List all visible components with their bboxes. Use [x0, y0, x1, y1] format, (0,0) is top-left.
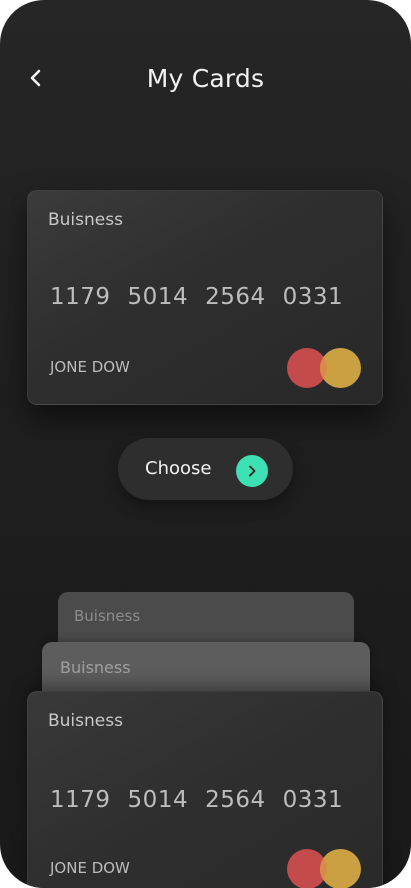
- choose-arrow-button[interactable]: [236, 455, 268, 487]
- card-number-group: 2564: [205, 787, 266, 813]
- card-type-label: Buisness: [60, 658, 131, 677]
- phone-screen: My Cards Buisness 1179 5014 2564 0331 JO…: [0, 0, 411, 888]
- selected-card[interactable]: Buisness 1179 5014 2564 0331 JONE DOW: [27, 190, 383, 405]
- mastercard-overlap: [320, 849, 361, 888]
- card-number-group: 1179: [50, 284, 111, 310]
- card-number-group: 5014: [127, 284, 189, 310]
- card-number-group: 1179: [50, 787, 111, 813]
- card-holder-name: JONE DOW: [50, 859, 130, 877]
- card-type-label: Buisness: [48, 210, 123, 230]
- card-number-group: 2564: [205, 284, 266, 310]
- card-type-label: Buisness: [74, 607, 141, 625]
- mastercard-logo-icon: [287, 348, 361, 388]
- mastercard-overlap: [320, 348, 361, 388]
- card-number: 1179 5014 2564 0331: [50, 284, 343, 310]
- stacked-card-front[interactable]: Buisness 1179 5014 2564 0331 JONE DOW: [27, 691, 383, 888]
- card-number-group: 5014: [127, 787, 189, 813]
- card-number-group: 0331: [282, 284, 344, 310]
- card-type-label: Buisness: [48, 711, 123, 731]
- page-title: My Cards: [146, 64, 265, 93]
- card-holder-name: JONE DOW: [50, 358, 130, 376]
- card-number: 1179 5014 2564 0331: [50, 787, 343, 813]
- choose-button-label: Choose: [145, 458, 212, 479]
- header: My Cards: [0, 56, 411, 100]
- chevron-right-icon: [249, 465, 256, 477]
- mastercard-logo-icon: [287, 849, 361, 888]
- card-number-group: 0331: [282, 787, 344, 813]
